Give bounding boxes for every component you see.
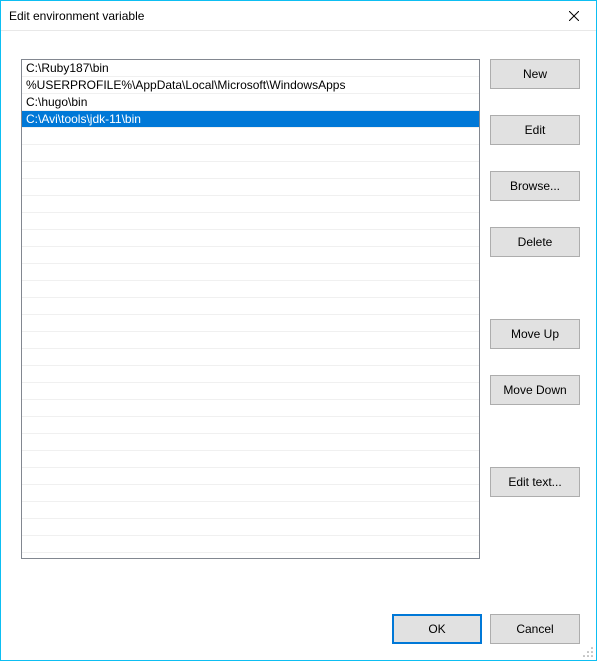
list-item[interactable]	[22, 196, 479, 213]
main-area: C:\Ruby187\bin%USERPROFILE%\AppData\Loca…	[21, 59, 580, 590]
list-item[interactable]: C:\Ruby187\bin	[22, 60, 479, 77]
browse-button[interactable]: Browse...	[490, 171, 580, 201]
list-item[interactable]	[22, 536, 479, 553]
list-item[interactable]	[22, 213, 479, 230]
close-icon	[569, 11, 579, 21]
list-item[interactable]	[22, 434, 479, 451]
path-list[interactable]: C:\Ruby187\bin%USERPROFILE%\AppData\Loca…	[21, 59, 480, 559]
list-item[interactable]	[22, 128, 479, 145]
window-title: Edit environment variable	[9, 9, 551, 23]
list-item[interactable]	[22, 451, 479, 468]
list-item[interactable]	[22, 468, 479, 485]
move-up-button[interactable]: Move Up	[490, 319, 580, 349]
button-column: New Edit Browse... Delete Move Up Move D…	[490, 59, 580, 590]
list-item[interactable]	[22, 145, 479, 162]
dialog-footer: OK Cancel	[21, 614, 580, 644]
list-item[interactable]	[22, 417, 479, 434]
list-item[interactable]	[22, 230, 479, 247]
move-down-button[interactable]: Move Down	[490, 375, 580, 405]
list-item[interactable]	[22, 485, 479, 502]
list-item[interactable]	[22, 400, 479, 417]
list-item[interactable]	[22, 332, 479, 349]
list-item[interactable]	[22, 366, 479, 383]
edit-button[interactable]: Edit	[490, 115, 580, 145]
list-item[interactable]	[22, 264, 479, 281]
list-item[interactable]: C:\hugo\bin	[22, 94, 479, 111]
ok-button[interactable]: OK	[392, 614, 482, 644]
new-button[interactable]: New	[490, 59, 580, 89]
list-item[interactable]	[22, 162, 479, 179]
edit-text-button[interactable]: Edit text...	[490, 467, 580, 497]
list-item[interactable]	[22, 281, 479, 298]
list-item[interactable]	[22, 298, 479, 315]
list-item[interactable]: C:\Avi\tools\jdk-11\bin	[22, 111, 479, 128]
list-item[interactable]: %USERPROFILE%\AppData\Local\Microsoft\Wi…	[22, 77, 479, 94]
list-item[interactable]	[22, 179, 479, 196]
close-button[interactable]	[551, 1, 596, 30]
list-item[interactable]	[22, 383, 479, 400]
list-item[interactable]	[22, 247, 479, 264]
list-item[interactable]	[22, 502, 479, 519]
list-item[interactable]	[22, 519, 479, 536]
dialog-content: C:\Ruby187\bin%USERPROFILE%\AppData\Loca…	[1, 31, 596, 660]
cancel-button[interactable]: Cancel	[490, 614, 580, 644]
list-item[interactable]	[22, 349, 479, 366]
list-item[interactable]	[22, 315, 479, 332]
resize-grip-icon[interactable]	[582, 646, 594, 658]
titlebar: Edit environment variable	[1, 1, 596, 31]
delete-button[interactable]: Delete	[490, 227, 580, 257]
